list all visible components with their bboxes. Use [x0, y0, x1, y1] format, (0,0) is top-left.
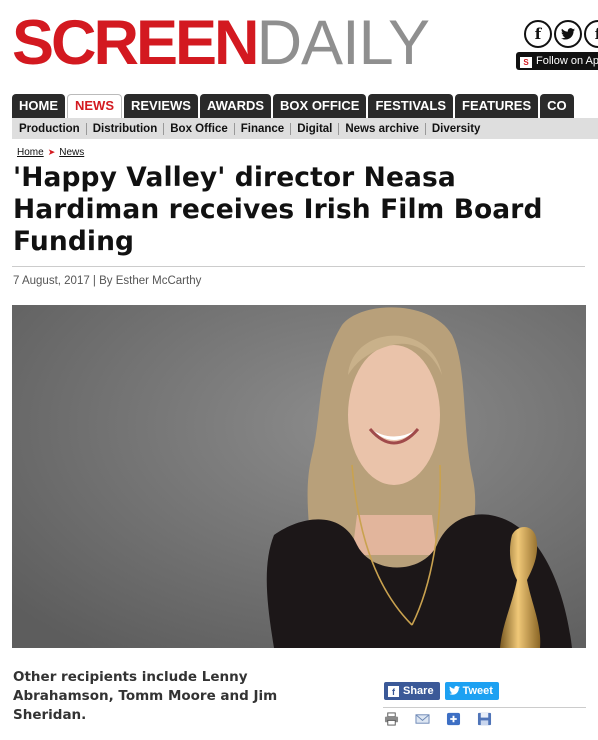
- follow-on-app-button[interactable]: S Follow on Ap: [516, 52, 598, 70]
- nav-tab-box-office[interactable]: BOX OFFICE: [273, 94, 367, 118]
- masthead: SCREENDAILY f f S Follow on Ap: [0, 0, 598, 92]
- article-tools: [384, 712, 492, 726]
- article-byline: 7 August, 2017 | By Esther McCarthy: [13, 275, 202, 287]
- logo-daily: DAILY: [256, 8, 430, 78]
- logo-screen: SCREEN: [12, 8, 260, 78]
- nav-tab-home[interactable]: HOME: [12, 94, 65, 118]
- article-standfirst: Other recipients include Lenny Abrahamso…: [13, 669, 278, 723]
- subnav-production[interactable]: Production: [12, 123, 86, 135]
- article-headline: 'Happy Valley' director Neasa Hardiman r…: [13, 162, 543, 257]
- nav-tab-features[interactable]: FEATURES: [455, 94, 539, 118]
- print-icon[interactable]: [384, 712, 399, 726]
- nav-tab-reviews[interactable]: REVIEWS: [124, 94, 198, 118]
- email-icon[interactable]: [415, 712, 430, 726]
- sub-nav: Production Distribution Box Office Finan…: [12, 118, 598, 139]
- nav-tab-news[interactable]: NEWS: [67, 94, 122, 118]
- facebook-icon[interactable]: f: [524, 20, 552, 48]
- nav-tab-awards[interactable]: AWARDS: [199, 94, 272, 118]
- subnav-news-archive[interactable]: News archive: [338, 122, 425, 135]
- follow-label: Follow on Ap: [536, 55, 598, 67]
- divider: [383, 707, 586, 708]
- breadcrumb-home-link[interactable]: Home: [17, 147, 44, 158]
- main-nav: HOME NEWS REVIEWS AWARDS BOX OFFICE FEST…: [12, 94, 598, 118]
- breadcrumb-news-link[interactable]: News: [59, 147, 84, 158]
- save-icon[interactable]: [477, 712, 492, 726]
- subnav-distribution[interactable]: Distribution: [85, 122, 164, 135]
- social-links: f f: [524, 20, 598, 48]
- facebook-icon: f: [388, 686, 399, 697]
- app-icon: S: [520, 57, 532, 68]
- twitter-icon[interactable]: [554, 20, 582, 48]
- site-logo[interactable]: SCREENDAILY: [12, 8, 430, 78]
- breadcrumb: Home ➤ News: [17, 147, 84, 158]
- breadcrumb-arrow-icon: ➤: [47, 147, 56, 157]
- subnav-finance[interactable]: Finance: [233, 122, 290, 135]
- nav-tab-festivals[interactable]: FESTIVALS: [368, 94, 454, 118]
- facebook-share-label: Share: [403, 685, 434, 697]
- subnav-digital[interactable]: Digital: [290, 122, 338, 135]
- subnav-box-office[interactable]: Box Office: [163, 122, 234, 135]
- article-photo: [12, 305, 586, 648]
- add-icon[interactable]: [446, 712, 461, 726]
- portrait-image: [12, 305, 586, 648]
- share-buttons: f Share Tweet: [384, 682, 499, 700]
- subnav-diversity[interactable]: Diversity: [424, 122, 487, 135]
- facebook-secondary-icon[interactable]: f: [584, 20, 598, 48]
- twitter-tweet-button[interactable]: Tweet: [444, 682, 499, 700]
- facebook-share-button[interactable]: f Share: [384, 682, 440, 700]
- twitter-icon: [448, 686, 460, 697]
- twitter-tweet-label: Tweet: [462, 685, 493, 697]
- divider: [12, 266, 585, 267]
- nav-tab-more[interactable]: CO: [540, 94, 574, 118]
